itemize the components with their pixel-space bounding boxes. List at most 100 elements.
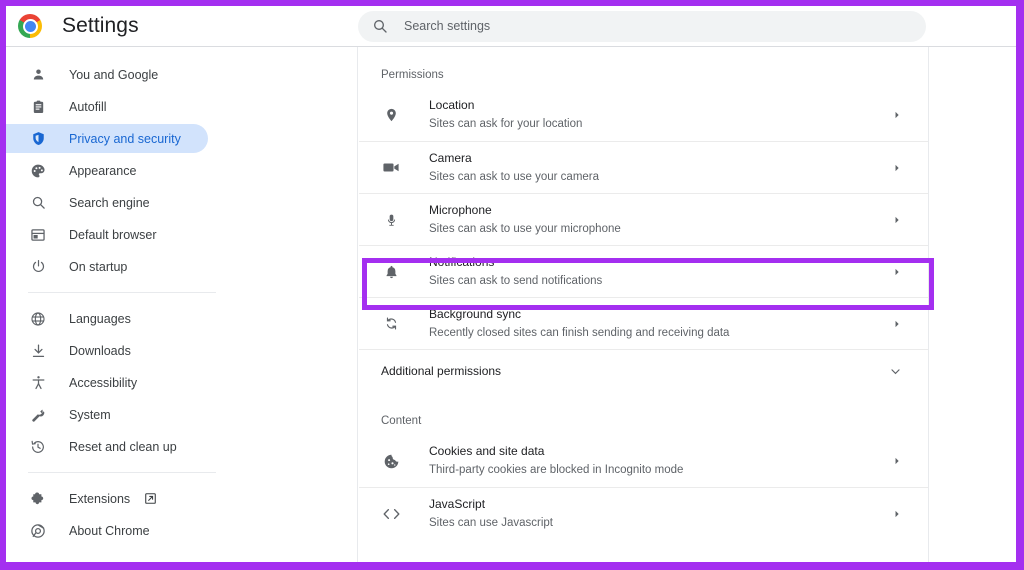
- accessibility-icon: [28, 373, 48, 393]
- sidebar-item-label: Search engine: [69, 195, 150, 210]
- row-title: Cookies and site data: [429, 444, 545, 458]
- section-header-permissions: Permissions: [381, 69, 444, 81]
- sidebar-group-3: Extensions About Chrome: [6, 484, 357, 545]
- section-header-content: Content: [381, 415, 422, 427]
- sidebar-item-label: Accessibility: [69, 375, 138, 390]
- settings-row-camera[interactable]: Camera Sites can ask to use your camera: [359, 141, 928, 193]
- settings-row-text: Background sync Recently closed sites ca…: [429, 306, 892, 342]
- sidebar: You and Google Autofill Privacy and secu…: [6, 47, 358, 562]
- palette-icon: [28, 161, 48, 181]
- settings-row-text: Location Sites can ask for your location: [429, 97, 892, 133]
- browser-icon: [28, 225, 48, 245]
- wrench-icon: [28, 405, 48, 425]
- sidebar-item-label: About Chrome: [69, 523, 150, 538]
- location-pin-icon: [381, 105, 401, 125]
- sidebar-item-label: Autofill: [69, 99, 107, 114]
- restore-icon: [28, 437, 48, 457]
- sidebar-item-label: Languages: [69, 311, 131, 326]
- autofill-icon: [28, 97, 48, 117]
- settings-row-text: Cookies and site data Third-party cookie…: [429, 443, 892, 479]
- sidebar-item-downloads[interactable]: Downloads: [6, 336, 208, 365]
- sidebar-item-privacy-and-security[interactable]: Privacy and security: [6, 124, 208, 153]
- chrome-settings-window: Settings Search settings You and Google …: [6, 6, 1016, 562]
- settings-content-card: Permissions Location Sites can ask for y…: [359, 47, 929, 562]
- sidebar-item-system[interactable]: System: [6, 400, 208, 429]
- person-icon: [28, 65, 48, 85]
- sidebar-item-default-browser[interactable]: Default browser: [6, 220, 208, 249]
- row-title: Camera: [429, 150, 472, 165]
- row-subtitle: Sites can ask for your location: [429, 118, 583, 130]
- sidebar-group-1: You and Google Autofill Privacy and secu…: [6, 60, 357, 281]
- download-icon: [28, 341, 48, 361]
- settings-row-microphone[interactable]: Microphone Sites can ask to use your mic…: [359, 193, 928, 245]
- sidebar-item-label: Appearance: [69, 163, 137, 178]
- sidebar-divider-1: [28, 292, 216, 293]
- content-right-gutter: [930, 47, 1016, 562]
- search-box[interactable]: [358, 10, 926, 42]
- sidebar-item-reset-and-clean-up[interactable]: Reset and clean up: [6, 432, 208, 461]
- row-title: JavaScript: [429, 496, 486, 511]
- row-title: Location: [429, 98, 475, 112]
- sidebar-item-label: Default browser: [69, 227, 157, 242]
- row-title: Background sync: [429, 306, 522, 321]
- sidebar-item-about-chrome[interactable]: About Chrome: [6, 516, 208, 545]
- sidebar-item-search-engine[interactable]: Search engine: [6, 188, 208, 217]
- chevron-right-icon[interactable]: [892, 163, 908, 173]
- row-title: Additional permissions: [381, 364, 502, 378]
- row-title: Microphone: [429, 202, 492, 217]
- chevron-right-icon[interactable]: [892, 509, 908, 519]
- settings-row-additional-permissions[interactable]: Additional permissions: [359, 349, 928, 393]
- sidebar-item-appearance[interactable]: Appearance: [6, 156, 208, 185]
- settings-row-location[interactable]: Location Sites can ask for your location: [359, 89, 928, 141]
- sidebar-item-you-and-google[interactable]: You and Google: [6, 60, 208, 89]
- sidebar-item-label: On startup: [69, 259, 128, 274]
- chrome-outline-icon: [28, 521, 48, 541]
- sidebar-item-label: System: [69, 407, 111, 422]
- cookie-icon: [381, 451, 401, 471]
- sidebar-group-2: Languages Downloads Accessibility System…: [6, 304, 357, 461]
- search-input[interactable]: [404, 19, 912, 33]
- search-icon: [372, 18, 388, 34]
- chevron-right-icon[interactable]: [892, 110, 908, 120]
- settings-row-background-sync[interactable]: Background sync Recently closed sites ca…: [359, 297, 928, 349]
- code-icon: [381, 504, 401, 524]
- bell-icon: [381, 262, 401, 282]
- chevron-down-icon[interactable]: [889, 365, 908, 378]
- settings-row-javascript[interactable]: JavaScript Sites can use Javascript: [359, 487, 928, 539]
- chevron-right-icon[interactable]: [892, 319, 908, 329]
- puzzle-icon: [28, 489, 48, 509]
- camera-icon: [381, 158, 401, 178]
- microphone-icon: [381, 210, 401, 230]
- sidebar-item-extensions[interactable]: Extensions: [6, 484, 208, 513]
- settings-row-cookies[interactable]: Cookies and site data Third-party cookie…: [359, 435, 928, 487]
- settings-row-text: Camera Sites can ask to use your camera: [429, 150, 892, 186]
- settings-row-notifications[interactable]: Notifications Sites can ask to send noti…: [359, 245, 928, 297]
- shield-icon: [28, 129, 48, 149]
- row-subtitle: Sites can ask to use your microphone: [429, 222, 621, 235]
- top-bar: Settings: [6, 6, 1016, 47]
- chevron-right-icon[interactable]: [892, 267, 908, 277]
- sidebar-item-label: Reset and clean up: [69, 439, 177, 454]
- sidebar-item-label: You and Google: [69, 67, 159, 82]
- purple-annotation-frame: Settings Search settings You and Google …: [0, 0, 1024, 570]
- open-in-new-icon[interactable]: [144, 492, 157, 505]
- sidebar-item-autofill[interactable]: Autofill: [6, 92, 208, 121]
- chevron-right-icon[interactable]: [892, 215, 908, 225]
- sync-icon: [381, 314, 401, 334]
- chevron-right-icon[interactable]: [892, 456, 908, 466]
- sidebar-item-accessibility[interactable]: Accessibility: [6, 368, 208, 397]
- settings-row-text: Microphone Sites can ask to use your mic…: [429, 202, 892, 238]
- row-subtitle: Sites can ask to use your camera: [429, 170, 600, 183]
- page-title: Settings: [62, 14, 139, 37]
- sidebar-item-languages[interactable]: Languages: [6, 304, 208, 333]
- sidebar-divider-2: [28, 472, 216, 473]
- settings-row-text: JavaScript Sites can use Javascript: [429, 496, 892, 532]
- power-icon: [28, 257, 48, 277]
- search-icon: [28, 193, 48, 213]
- chrome-logo-icon: [18, 14, 42, 38]
- brand-area: Settings: [6, 14, 358, 38]
- sidebar-item-on-startup[interactable]: On startup: [6, 252, 208, 281]
- settings-row-text: Notifications Sites can ask to send noti…: [429, 254, 892, 290]
- settings-row-text: Additional permissions: [381, 363, 889, 380]
- row-subtitle: Third-party cookies are blocked in Incog…: [429, 464, 684, 476]
